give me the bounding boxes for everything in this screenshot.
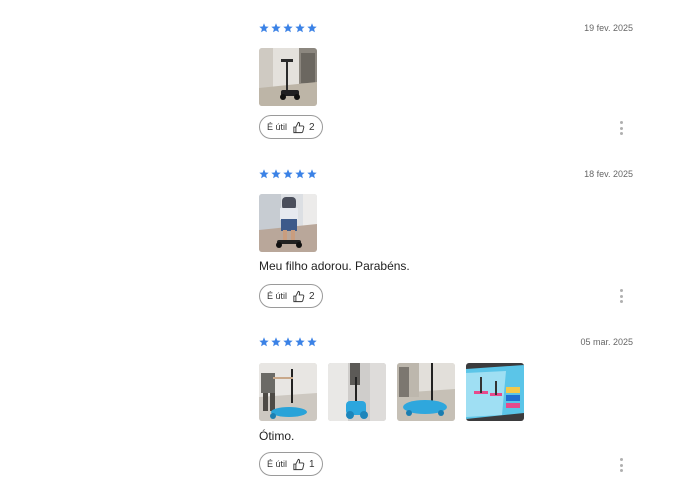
more-vertical-icon	[619, 121, 623, 124]
review-date: 18 fev. 2025	[584, 169, 633, 179]
more-options-button[interactable]	[619, 121, 623, 135]
thumbs-up-icon	[293, 121, 305, 133]
review-photo[interactable]	[259, 48, 317, 106]
star-icon	[295, 23, 305, 33]
star-icon	[259, 337, 269, 347]
star-icon	[283, 23, 293, 33]
star-icon	[283, 337, 293, 347]
star-icon	[283, 169, 293, 179]
review-photos	[259, 194, 317, 252]
review-text: Ótimo.	[259, 429, 295, 443]
useful-label: É útil	[267, 122, 288, 132]
more-vertical-icon	[619, 289, 623, 292]
review-text: Meu filho adorou. Parabéns.	[259, 259, 410, 273]
review-date: 19 fev. 2025	[584, 23, 633, 33]
useful-count: 2	[309, 290, 315, 302]
useful-count: 2	[309, 121, 315, 133]
star-icon	[295, 169, 305, 179]
review-photo[interactable]	[259, 194, 317, 252]
star-icon	[271, 337, 281, 347]
star-icon	[307, 337, 317, 347]
useful-label: É útil	[267, 459, 288, 469]
review-photo[interactable]	[328, 363, 386, 421]
star-rating	[259, 337, 317, 347]
thumbs-up-icon	[293, 458, 305, 470]
star-rating	[259, 169, 317, 179]
useful-label: É útil	[267, 291, 288, 301]
more-options-button[interactable]	[619, 289, 623, 303]
review-item: 05 mar. 2025 Ótimo. É útil 1	[259, 337, 633, 482]
star-icon	[259, 169, 269, 179]
star-icon	[295, 337, 305, 347]
review-item: 18 fev. 2025 Meu filho adorou. Parabéns.…	[259, 169, 633, 311]
review-photos	[259, 48, 317, 106]
star-icon	[259, 23, 269, 33]
star-rating	[259, 23, 317, 33]
star-icon	[271, 23, 281, 33]
review-photos	[259, 363, 524, 421]
review-photo[interactable]	[466, 363, 524, 421]
more-options-button[interactable]	[619, 458, 623, 472]
star-icon	[307, 169, 317, 179]
useful-button[interactable]: É útil 1	[259, 452, 323, 476]
review-item: 19 fev. 2025 É útil 2	[259, 23, 633, 143]
review-photo[interactable]	[259, 363, 317, 421]
more-vertical-icon	[619, 458, 623, 461]
useful-button[interactable]: É útil 2	[259, 284, 323, 308]
review-photo[interactable]	[397, 363, 455, 421]
star-icon	[307, 23, 317, 33]
thumbs-up-icon	[293, 290, 305, 302]
useful-count: 1	[309, 458, 315, 470]
star-icon	[271, 169, 281, 179]
useful-button[interactable]: É útil 2	[259, 115, 323, 139]
review-date: 05 mar. 2025	[580, 337, 633, 347]
